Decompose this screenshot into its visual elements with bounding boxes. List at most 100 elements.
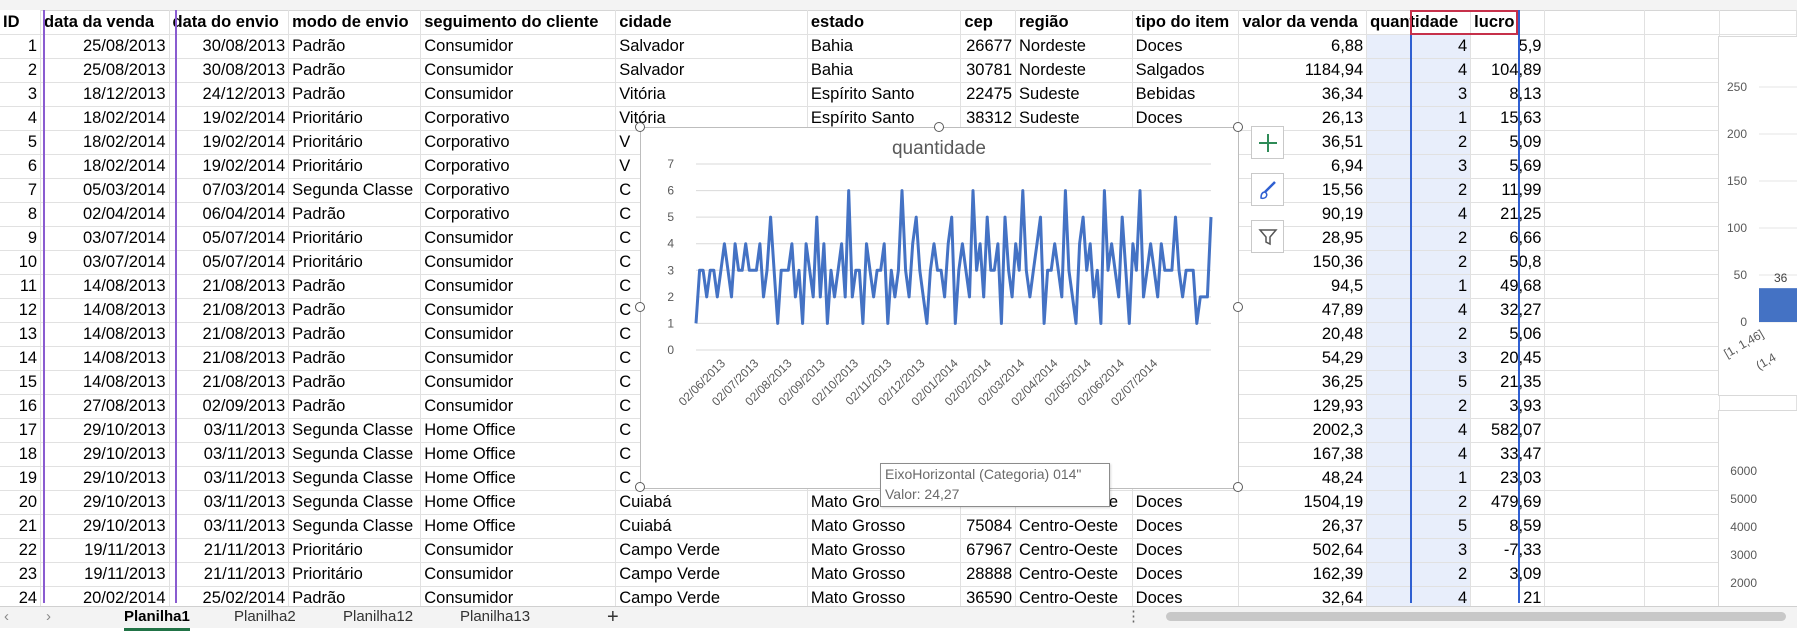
cell-quantidade[interactable]: 1	[1366, 274, 1472, 299]
cell-modo-de-envio[interactable]: Prioritário	[288, 154, 422, 179]
empty-cell[interactable]	[1544, 34, 1646, 59]
cell-id[interactable]: 12	[0, 298, 42, 323]
cell-data-do-envio[interactable]: 21/08/2013	[169, 370, 290, 395]
empty-cell[interactable]	[1644, 82, 1721, 107]
header-data-da-venda[interactable]: data da venda	[40, 10, 170, 35]
cell-data-da-venda[interactable]: 29/10/2013	[40, 514, 170, 539]
empty-cell[interactable]	[1544, 418, 1646, 443]
cell-seguimento[interactable]: Home Office	[420, 466, 617, 491]
chart-filters-button[interactable]	[1251, 220, 1284, 253]
cell-quantidade[interactable]: 4	[1366, 202, 1472, 227]
cell-data-do-envio[interactable]: 03/11/2013	[169, 490, 290, 515]
cell-lucro[interactable]: 49,68	[1470, 274, 1546, 299]
cell-data-da-venda[interactable]: 14/08/2013	[40, 346, 170, 371]
cell-seguimento[interactable]: Corporativo	[420, 106, 617, 131]
cell-data-do-envio[interactable]: 05/07/2014	[169, 226, 290, 251]
add-sheet-button[interactable]: +	[607, 607, 619, 628]
cell-data-da-venda[interactable]: 25/08/2013	[40, 58, 170, 83]
empty-cell[interactable]	[1644, 514, 1721, 539]
cell-seguimento[interactable]: Consumidor	[420, 34, 617, 59]
cell-seguimento[interactable]: Corporativo	[420, 130, 617, 155]
cell-modo-de-envio[interactable]: Segunda Classe	[288, 514, 422, 539]
cell-lucro[interactable]: 8,59	[1470, 514, 1546, 539]
empty-cell[interactable]	[1544, 466, 1646, 491]
cell-quantidade[interactable]: 2	[1366, 394, 1472, 419]
cell-valor-da-venda[interactable]: 47,89	[1238, 298, 1368, 323]
cell-tipo-do-item[interactable]: Doces	[1132, 538, 1240, 563]
cell-quantidade[interactable]: 2	[1366, 178, 1472, 203]
cell-data-do-envio[interactable]: 21/08/2013	[169, 298, 290, 323]
cell-id[interactable]: 17	[0, 418, 42, 443]
line-chart-quantidade[interactable]: quantidade 0 1 2 3 4 5 6 7 02/06/2013 02/07/2013 02…	[640, 127, 1239, 489]
cell-seguimento[interactable]: Home Office	[420, 514, 617, 539]
header-modo-de-envio[interactable]: modo de envio	[288, 10, 422, 35]
cell-quantidade[interactable]: 1	[1366, 106, 1472, 131]
empty-cell[interactable]	[1544, 58, 1646, 83]
cell-data-da-venda[interactable]: 18/12/2013	[40, 82, 170, 107]
cell-data-da-venda[interactable]: 29/10/2013	[40, 418, 170, 443]
cell-lucro[interactable]: 23,03	[1470, 466, 1546, 491]
empty-cell[interactable]	[1544, 274, 1646, 299]
cell-cidade[interactable]: Cuiabá	[615, 490, 808, 515]
cell-data-do-envio[interactable]: 30/08/2013	[169, 58, 290, 83]
cell-modo-de-envio[interactable]: Padrão	[288, 34, 422, 59]
tab-bar-more-icon[interactable]: ⋮	[1126, 607, 1141, 628]
cell-seguimento[interactable]: Consumidor	[420, 346, 617, 371]
cell-data-do-envio[interactable]: 07/03/2014	[169, 178, 290, 203]
cell-tipo-do-item[interactable]: Doces	[1132, 562, 1240, 587]
empty-cell[interactable]	[1544, 202, 1646, 227]
tab-planilha1[interactable]: Planilha1	[124, 607, 190, 631]
cell-valor-da-venda[interactable]: 36,25	[1238, 370, 1368, 395]
cell-id[interactable]: 10	[0, 250, 42, 275]
cell-tipo-do-item[interactable]: Doces	[1132, 514, 1240, 539]
cell-seguimento[interactable]: Home Office	[420, 490, 617, 515]
cell-id[interactable]: 9	[0, 226, 42, 251]
cell-cidade[interactable]: Cuiabá	[615, 514, 808, 539]
cell-id[interactable]: 22	[0, 538, 42, 563]
cell-id[interactable]: 7	[0, 178, 42, 203]
cell-seguimento[interactable]: Corporativo	[420, 154, 617, 179]
empty-cell[interactable]	[1544, 226, 1646, 251]
cell-seguimento[interactable]: Consumidor	[420, 82, 617, 107]
empty-cell[interactable]	[1544, 370, 1646, 395]
cell-data-do-envio[interactable]: 21/11/2013	[169, 562, 290, 587]
empty-cell[interactable]	[1544, 322, 1646, 347]
cell-lucro[interactable]: 5,09	[1470, 130, 1546, 155]
cell-lucro[interactable]: 33,47	[1470, 442, 1546, 467]
empty-cell[interactable]	[1644, 346, 1721, 371]
cell-data-da-venda[interactable]: 29/10/2013	[40, 466, 170, 491]
cell-tipo-do-item[interactable]: Doces	[1132, 490, 1240, 515]
resize-handle-bottom-right[interactable]	[1233, 482, 1243, 492]
cell-data-da-venda[interactable]: 14/08/2013	[40, 370, 170, 395]
cell-id[interactable]: 16	[0, 394, 42, 419]
cell-quantidade[interactable]: 4	[1366, 298, 1472, 323]
cell-valor-da-venda[interactable]: 54,29	[1238, 346, 1368, 371]
empty-header-cell[interactable]	[1644, 10, 1721, 35]
cell-id[interactable]: 15	[0, 370, 42, 395]
cell-modo-de-envio[interactable]: Padrão	[288, 322, 422, 347]
cell-lucro[interactable]: 5,9	[1470, 34, 1546, 59]
empty-cell[interactable]	[1644, 466, 1721, 491]
cell-cep[interactable]: 26677	[960, 34, 1017, 59]
cell-modo-de-envio[interactable]: Padrão	[288, 298, 422, 323]
cell-id[interactable]: 5	[0, 130, 42, 155]
resize-handle-top-right[interactable]	[1233, 122, 1243, 132]
cell-id[interactable]: 8	[0, 202, 42, 227]
cell-lucro[interactable]: 50,8	[1470, 250, 1546, 275]
cell-estado[interactable]: Mato Grosso	[807, 538, 962, 563]
empty-cell[interactable]	[1644, 178, 1721, 203]
header-data-do-envio[interactable]: data do envio	[169, 10, 290, 35]
cell-seguimento[interactable]: Consumidor	[420, 538, 617, 563]
cell-lucro[interactable]: 15,63	[1470, 106, 1546, 131]
cell-data-do-envio[interactable]: 03/11/2013	[169, 418, 290, 443]
cell-id[interactable]: 2	[0, 58, 42, 83]
cell-modo-de-envio[interactable]: Padrão	[288, 346, 422, 371]
cell-seguimento[interactable]: Consumidor	[420, 298, 617, 323]
cell-quantidade[interactable]: 2	[1366, 250, 1472, 275]
tab-planilha12[interactable]: Planilha12	[343, 607, 413, 628]
empty-cell[interactable]	[1644, 58, 1721, 83]
cell-quantidade[interactable]: 4	[1366, 34, 1472, 59]
cell-tipo-do-item[interactable]: Doces	[1132, 34, 1240, 59]
cell-data-da-venda[interactable]: 19/11/2013	[40, 562, 170, 587]
cell-seguimento[interactable]: Corporativo	[420, 202, 617, 227]
